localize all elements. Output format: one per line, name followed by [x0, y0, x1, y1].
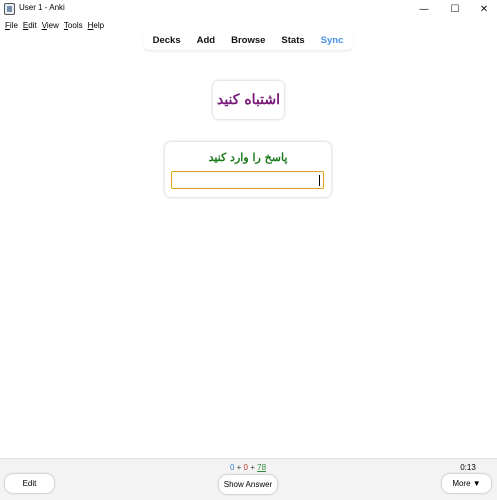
- learn-count: 0: [243, 463, 248, 472]
- menu-edit[interactable]: Edit: [23, 21, 37, 30]
- menu-help[interactable]: Help: [88, 21, 104, 30]
- title-bar: User 1 - Anki — ☐ ✕: [0, 0, 497, 18]
- minimize-button[interactable]: —: [412, 0, 436, 18]
- window-title: User 1 - Anki: [19, 3, 65, 12]
- menu-help-label: elp: [93, 20, 105, 30]
- tab-sync[interactable]: Sync: [321, 35, 344, 46]
- tab-browse[interactable]: Browse: [231, 35, 265, 46]
- menu-file-label: ile: [9, 20, 18, 30]
- menu-view[interactable]: View: [42, 21, 59, 30]
- count-separator: +: [236, 463, 242, 472]
- close-button[interactable]: ✕: [472, 0, 496, 18]
- anki-window: User 1 - Anki — ☐ ✕ File Edit View Tools…: [0, 0, 497, 500]
- card-timer: 0:13: [460, 463, 476, 472]
- menu-file[interactable]: File: [5, 21, 18, 30]
- tab-decks[interactable]: Decks: [153, 35, 181, 46]
- new-count: 0: [229, 463, 235, 472]
- more-button[interactable]: More ▼: [442, 474, 491, 493]
- menu-edit-label: dit: [28, 20, 37, 30]
- anki-app-icon: [4, 3, 15, 15]
- show-answer-button[interactable]: Show Answer: [219, 475, 277, 494]
- tab-add[interactable]: Add: [197, 35, 215, 46]
- menu-view-label: iew: [46, 20, 59, 30]
- text-caret: [319, 175, 320, 186]
- card-front: اشتباه کنید: [213, 81, 284, 119]
- card-front-text: اشتباه کنید: [216, 92, 280, 108]
- edit-button[interactable]: Edit: [5, 474, 54, 493]
- main-toolbar: Decks Add Browse Stats Sync: [143, 31, 353, 51]
- count-separator: +: [250, 463, 255, 472]
- answer-prompt: پاسخ را وارد کنید: [208, 151, 288, 164]
- answer-input[interactable]: [171, 171, 324, 189]
- review-count: 78: [257, 463, 267, 472]
- maximize-button[interactable]: ☐: [443, 0, 467, 18]
- answer-box: پاسخ را وارد کنید: [165, 142, 331, 197]
- menu-tools[interactable]: Tools: [64, 21, 83, 30]
- tab-stats[interactable]: Stats: [281, 35, 304, 46]
- due-counts: 0 + 0 + 78: [224, 463, 272, 472]
- menu-bar: File Edit View Tools Help: [0, 19, 104, 31]
- menu-tools-label: ools: [67, 20, 83, 30]
